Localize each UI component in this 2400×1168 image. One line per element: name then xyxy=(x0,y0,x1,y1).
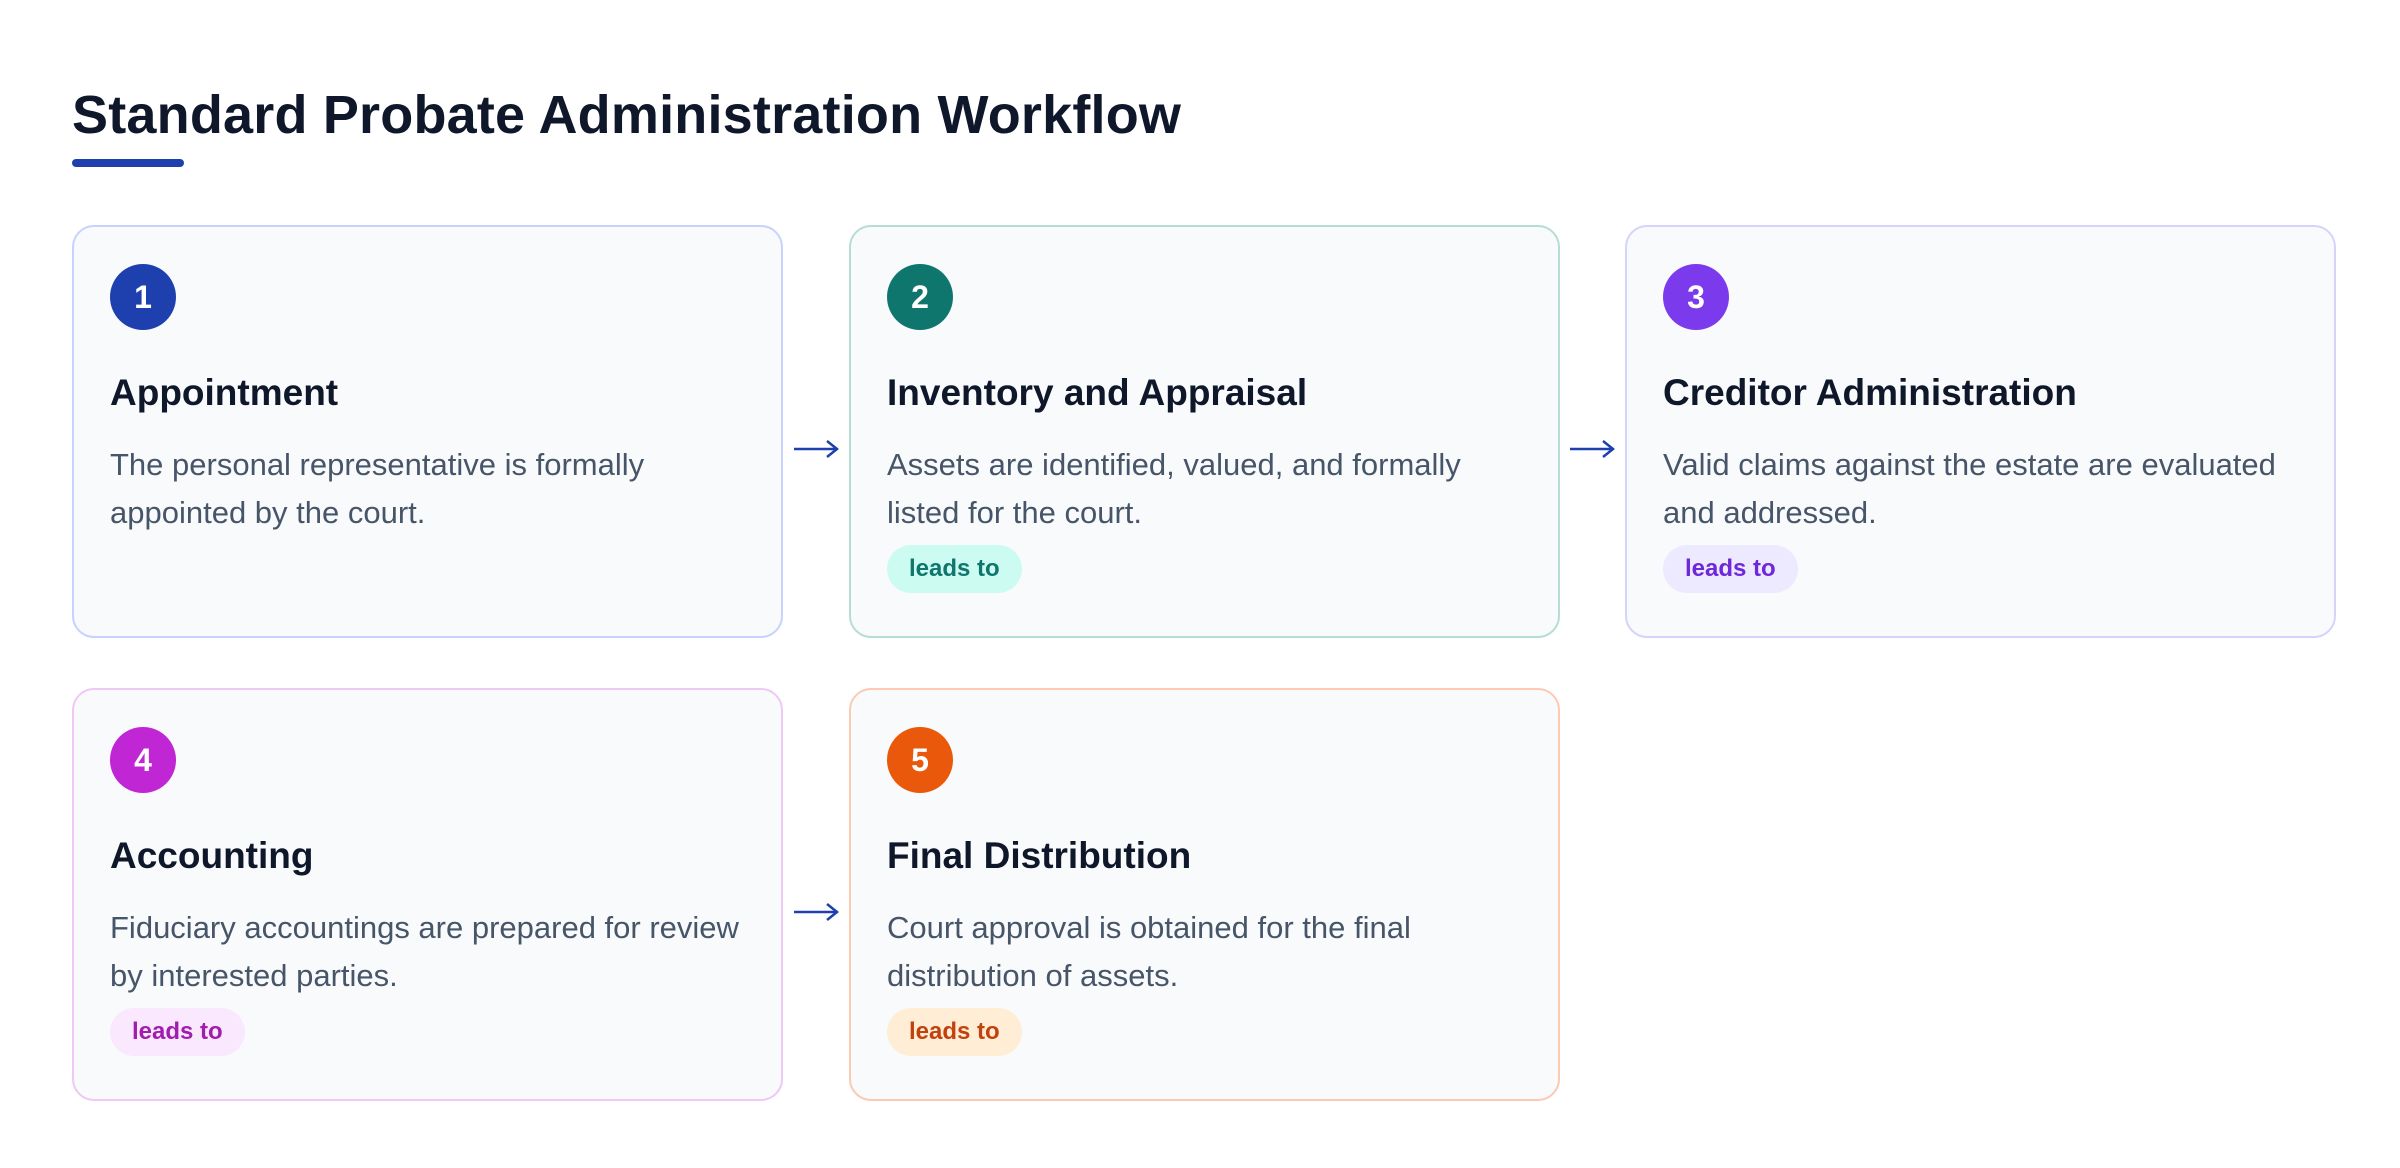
arrow-right-icon xyxy=(1570,440,1616,458)
step-number-badge: 1 xyxy=(110,264,176,330)
arrow-right-icon xyxy=(794,903,840,921)
step-title: Accounting xyxy=(110,835,314,876)
step-card-accounting: 4 Accounting Fiduciary accountings are p… xyxy=(72,688,783,1101)
step-title: Inventory and Appraisal xyxy=(887,372,1308,413)
title-underline xyxy=(72,159,184,167)
leads-to-chip: leads to xyxy=(887,1008,1022,1056)
leads-to-chip: leads to xyxy=(887,545,1022,593)
step-title: Creditor Administration xyxy=(1663,372,2077,413)
step-number-badge: 3 xyxy=(1663,264,1729,330)
arrow-right-icon xyxy=(794,440,840,458)
step-title: Appointment xyxy=(110,372,339,413)
step-description: The personal representative is formally … xyxy=(110,447,645,530)
step-description: Assets are identified, valued, and forma… xyxy=(887,447,1461,530)
step-card-creditor-administration: 3 Creditor Administration Valid claims a… xyxy=(1625,225,2336,638)
step-number-badge: 5 xyxy=(887,727,953,793)
step-description: Court approval is obtained for the final… xyxy=(887,910,1411,993)
step-description: Fiduciary accountings are prepared for r… xyxy=(110,910,739,993)
step-number-badge: 2 xyxy=(887,264,953,330)
step-number-badge: 4 xyxy=(110,727,176,793)
workflow-page: Standard Probate Administration Workflow… xyxy=(0,0,2400,1168)
page-title: Standard Probate Administration Workflow xyxy=(72,85,1182,145)
step-title: Final Distribution xyxy=(887,835,1192,876)
step-card-inventory-and-appraisal: 2 Inventory and Appraisal Assets are ide… xyxy=(849,225,1560,638)
step-card-final-distribution: 5 Final Distribution Court approval is o… xyxy=(849,688,1560,1101)
step-description: Valid claims against the estate are eval… xyxy=(1663,447,2276,530)
leads-to-chip: leads to xyxy=(1663,545,1798,593)
step-card-appointment: 1 Appointment The personal representativ… xyxy=(72,225,783,638)
leads-to-chip: leads to xyxy=(110,1008,245,1056)
